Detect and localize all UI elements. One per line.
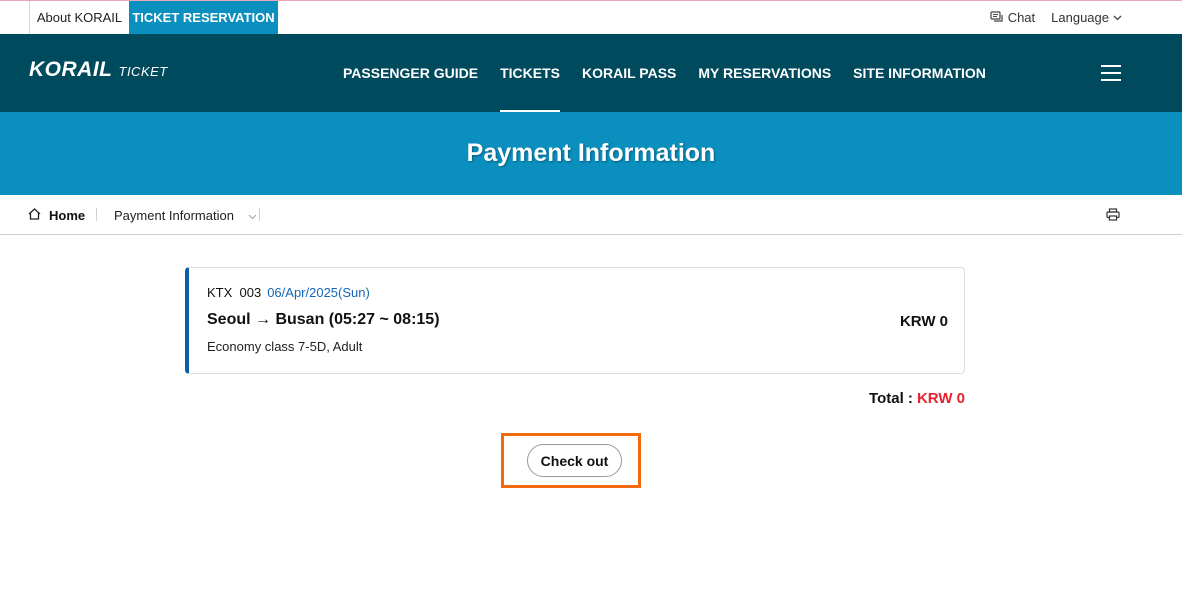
menu-icon[interactable] <box>1101 65 1121 81</box>
chat-link[interactable]: Chat <box>990 10 1035 25</box>
route-text: Seoul → Busan (05:27 ~ 08:15) <box>207 311 440 328</box>
nav-item-my-reservations[interactable]: MY RESERVATIONS <box>698 34 831 112</box>
nav-item-passenger-guide[interactable]: PASSENGER GUIDE <box>343 34 478 112</box>
ticket-reservation-tab[interactable]: TICKET RESERVATION <box>129 1 278 34</box>
utility-right: Chat Language <box>990 1 1122 34</box>
chevron-down-icon <box>248 208 257 223</box>
korail-logo[interactable]: KORAIL TICKET <box>29 58 168 82</box>
train-number: KTX 003 <box>207 285 262 300</box>
breadcrumb-divider <box>259 208 260 221</box>
logo-sub-text: TICKET <box>118 64 168 79</box>
chat-label: Chat <box>1007 10 1036 25</box>
breadcrumb: Home Payment Information <box>0 195 1182 235</box>
ticket-header: KTX 003 06/Apr/2025(Sun) <box>207 285 370 300</box>
breadcrumb-home-label: Home <box>49 207 86 223</box>
breadcrumb-home[interactable]: Home <box>28 195 85 235</box>
language-select[interactable]: Language <box>1051 10 1122 25</box>
total-label: Total : <box>869 390 913 407</box>
breadcrumb-current-label: Payment Information <box>114 207 234 223</box>
page-banner: Payment Information <box>0 112 1182 195</box>
main-nav: KORAIL TICKET PASSENGER GUIDE TICKETS KO… <box>0 34 1182 112</box>
print-icon[interactable] <box>1106 208 1120 226</box>
page-title: Payment Information <box>466 139 716 167</box>
about-korail-tab[interactable]: About KORAIL <box>29 1 129 34</box>
total-summary: Total : KRW 0 <box>869 390 965 407</box>
chevron-down-icon <box>1113 15 1122 21</box>
home-icon <box>28 207 41 223</box>
ticket-card: KTX 003 06/Apr/2025(Sun) Seoul → Busan (… <box>185 267 965 374</box>
nav-item-site-information[interactable]: SITE INFORMATION <box>853 34 986 112</box>
chat-icon <box>990 11 1004 24</box>
utility-bar: About KORAIL TICKET RESERVATION Chat Lan… <box>0 1 1182 34</box>
nav-menu: PASSENGER GUIDE TICKETS KORAIL PASS MY R… <box>343 34 1008 112</box>
travel-date: 06/Apr/2025(Sun) <box>267 285 370 300</box>
nav-item-korail-pass[interactable]: KORAIL PASS <box>582 34 676 112</box>
seat-info: Economy class 7-5D, Adult <box>207 339 363 354</box>
breadcrumb-divider <box>96 208 97 221</box>
checkout-button[interactable]: Check out <box>527 444 622 477</box>
total-value: KRW 0 <box>916 390 965 407</box>
ticket-price: KRW 0 <box>899 313 948 330</box>
nav-item-tickets[interactable]: TICKETS <box>500 34 560 112</box>
logo-main-text: KORAIL <box>29 58 113 81</box>
language-label: Language <box>1051 10 1109 25</box>
breadcrumb-current[interactable]: Payment Information <box>114 195 257 235</box>
